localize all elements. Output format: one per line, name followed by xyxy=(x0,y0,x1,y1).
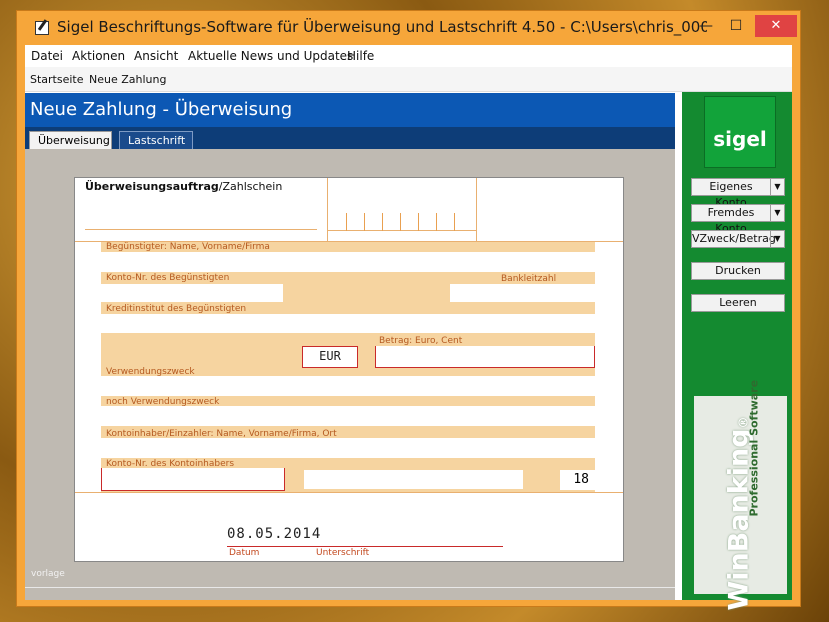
form-title: Überweisungsauftrag/Zahlschein xyxy=(85,180,283,193)
app-window: Sigel Beschriftungs-Software für Überwei… xyxy=(16,10,801,611)
winbanking-banner: WinBanking® Professional Software xyxy=(694,380,787,611)
currency-field: EUR xyxy=(302,346,358,368)
winbanking-subtitle: Professional Software xyxy=(747,379,761,517)
label-account-beneficiary: Konto-Nr. des Begünstigten xyxy=(106,273,230,283)
beneficiary-field[interactable] xyxy=(101,252,595,272)
code-box xyxy=(327,178,477,241)
vorlage-label: vorlage xyxy=(31,569,65,579)
code-number: 18 xyxy=(560,470,595,490)
chevron-down-icon[interactable]: ▼ xyxy=(770,231,784,247)
label-bank-code: Bankleitzahl xyxy=(501,274,557,284)
title-bar[interactable]: Sigel Beschriftungs-Software für Überwei… xyxy=(17,11,800,45)
tab-lastschrift[interactable]: Lastschrift xyxy=(119,131,193,149)
title-underline xyxy=(85,229,317,230)
bank-code-field[interactable] xyxy=(450,284,595,302)
holder-field[interactable] xyxy=(101,438,595,458)
label-bank: Kreditinstitut des Begünstigten xyxy=(106,304,247,314)
vzweck-betrag-label: VZweck/Betrag xyxy=(692,232,776,245)
maximize-button[interactable]: ☐ xyxy=(723,15,749,37)
menu-bar: Datei Aktionen Ansicht Aktuelle News und… xyxy=(25,45,792,67)
page-title: Neue Zahlung - Überweisung xyxy=(30,99,293,120)
chevron-down-icon[interactable]: ▼ xyxy=(770,179,784,195)
bank-field[interactable] xyxy=(101,314,595,333)
window-title: Sigel Beschriftungs-Software für Überwei… xyxy=(57,18,707,36)
transfer-form: Überweisungsauftrag/Zahlschein Begünstig… xyxy=(74,177,624,562)
amount-field[interactable] xyxy=(375,346,595,368)
account-holder-field[interactable] xyxy=(101,468,285,491)
toolbar-startseite[interactable]: Startseite xyxy=(30,73,84,86)
label-beneficiary: Begünstigter: Name, Vorname/Firma xyxy=(106,242,270,252)
client-area: Datei Aktionen Ansicht Aktuelle News und… xyxy=(25,45,792,611)
chevron-down-icon[interactable]: ▼ xyxy=(770,205,784,221)
label-amount: Betrag: Euro, Cent xyxy=(379,336,463,346)
bottom-strip xyxy=(25,587,675,588)
leeren-button[interactable]: Leeren xyxy=(691,294,785,312)
menu-hilfe[interactable]: Hilfe xyxy=(347,49,374,63)
menu-ansicht[interactable]: Ansicht xyxy=(134,49,178,63)
tab-bar: Überweisung Lastschrift xyxy=(25,127,675,149)
fremdes-konto-button[interactable]: Fremdes Konto ▼ xyxy=(691,204,785,235)
menu-aktionen[interactable]: Aktionen xyxy=(72,49,125,63)
tab-ueberweisung[interactable]: Überweisung xyxy=(29,131,112,149)
date-value[interactable]: 08.05.2014 xyxy=(227,526,321,542)
toolbar-neue-zahlung[interactable]: Neue Zahlung xyxy=(89,73,166,86)
eigenes-konto-button[interactable]: Eigenes Konto ▼ xyxy=(691,178,785,209)
menu-news-updates[interactable]: Aktuelle News und Updates xyxy=(188,49,353,63)
extra-field[interactable] xyxy=(304,470,523,489)
label-signature: Unterschrift xyxy=(316,548,370,558)
toolbar: Startseite Neue Zahlung xyxy=(25,67,792,92)
bottom-divider xyxy=(75,492,623,493)
app-icon xyxy=(35,21,49,35)
sidebar: sigel Eigenes Konto ▼ Fremdes Konto ▼ VZ… xyxy=(682,92,792,611)
drucken-button[interactable]: Drucken xyxy=(691,262,785,280)
minimize-button[interactable]: — xyxy=(693,15,719,37)
signature-line xyxy=(227,546,503,547)
page-header: Neue Zahlung - Überweisung xyxy=(25,93,675,127)
menu-datei[interactable]: Datei xyxy=(31,49,63,63)
purpose2-field[interactable] xyxy=(101,406,595,426)
vzweck-betrag-button[interactable]: VZweck/Betrag ▼ xyxy=(691,230,785,248)
purpose-field[interactable] xyxy=(101,376,595,396)
close-button[interactable]: ✕ xyxy=(755,15,797,37)
label-date: Datum xyxy=(229,548,260,558)
account-beneficiary-field[interactable] xyxy=(101,284,283,302)
sigel-logo: sigel xyxy=(704,96,776,168)
main-content: Neue Zahlung - Überweisung Überweisung L… xyxy=(25,93,675,600)
